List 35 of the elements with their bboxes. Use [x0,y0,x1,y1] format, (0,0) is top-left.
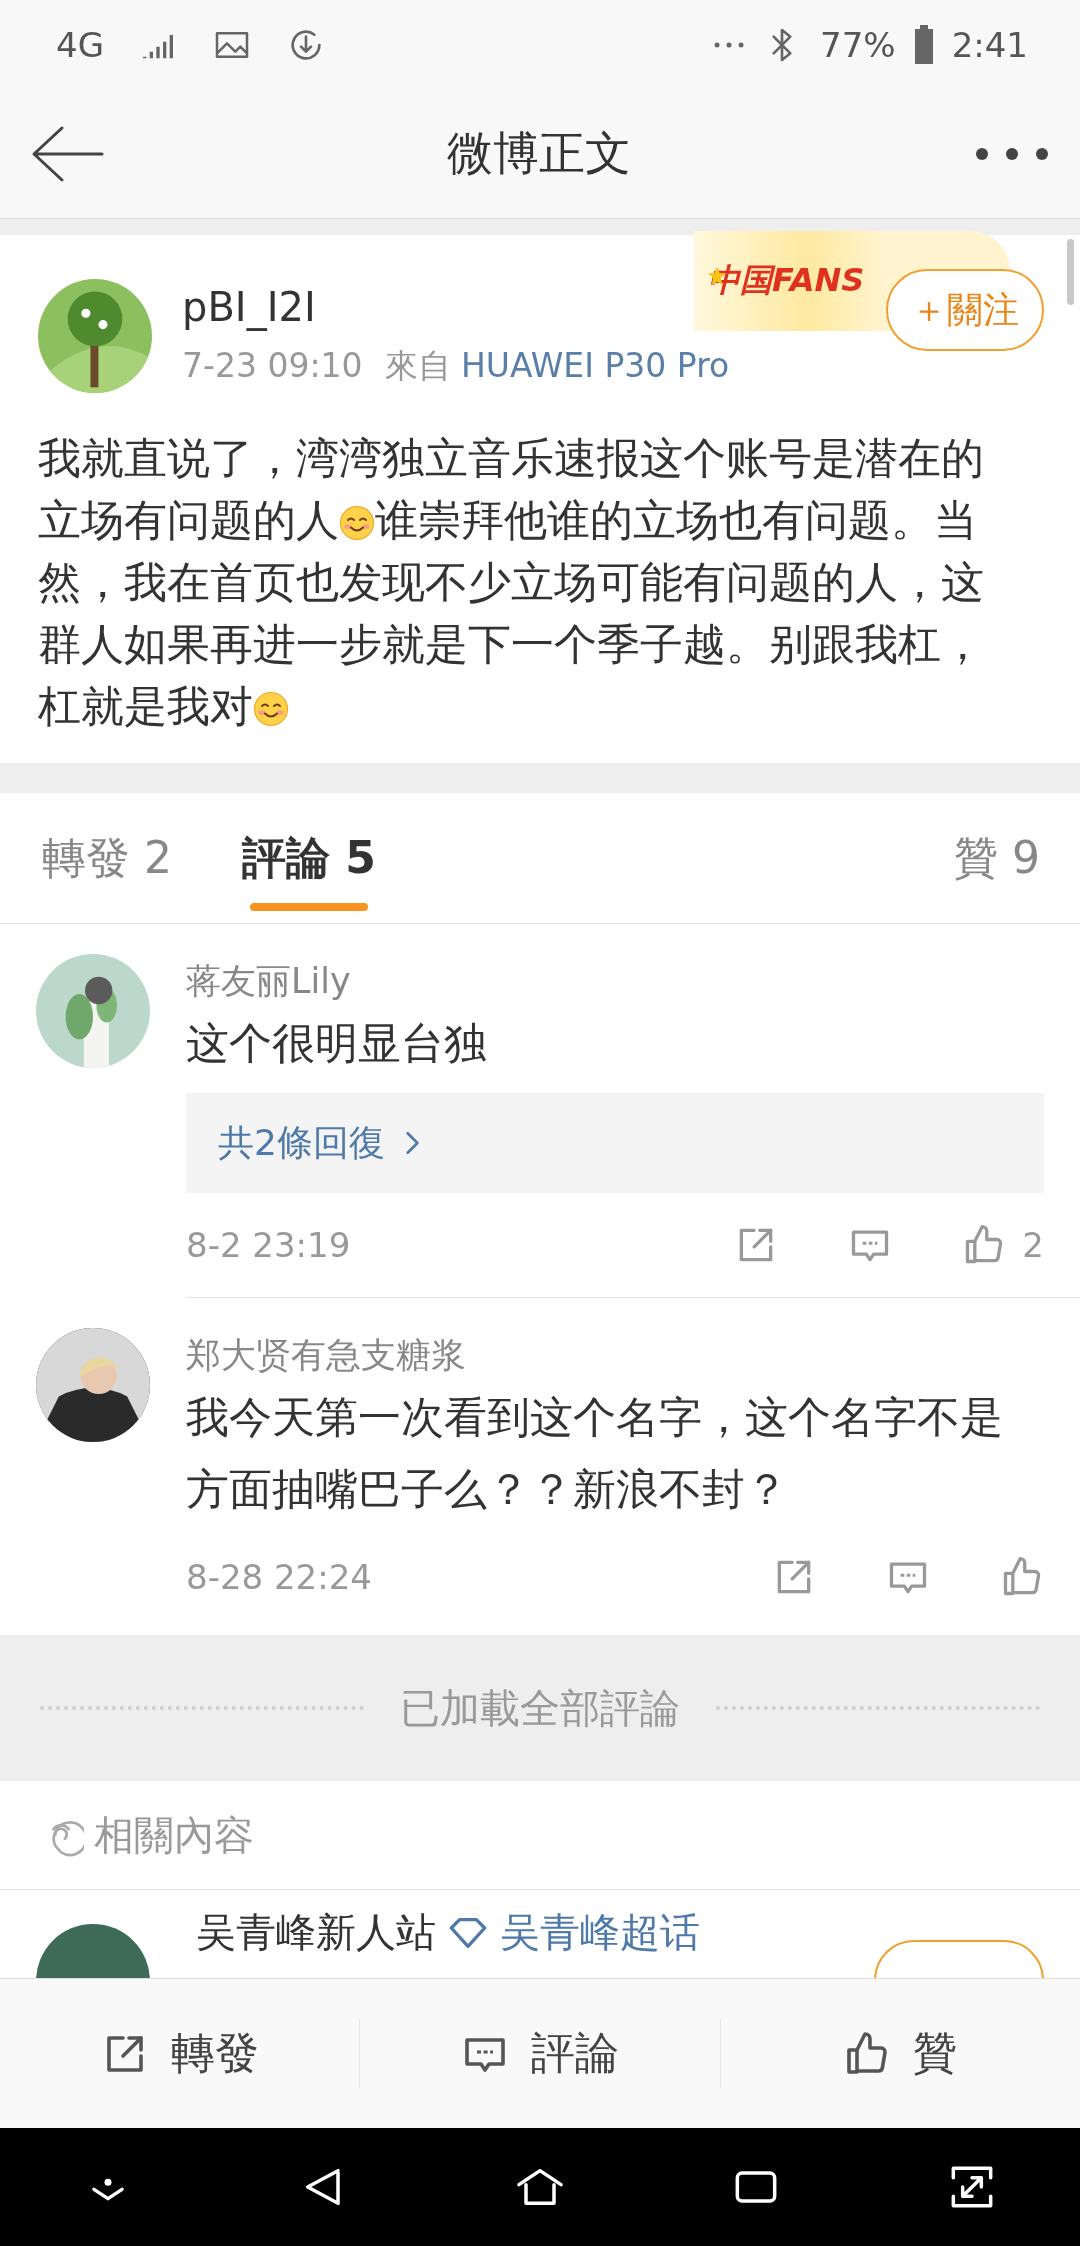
action-button[interactable]: 評論 [360,2019,721,2088]
clock: 2:41 [951,25,1028,65]
comment-time: 8-28 22:24 [186,1557,373,1597]
page-title: 微博正文 [447,125,631,182]
scrollbar [1067,239,1074,305]
diamond-icon [448,1916,488,1950]
post-time: 7-23 09:10 [182,345,363,385]
like-count: 2 [1022,1225,1044,1265]
network-type: 4G [56,25,104,65]
battery-level: 77% [820,25,896,65]
tab[interactable]: 贊 9 [954,793,1040,923]
commenter-name[interactable]: 郑大贤有急支糖浆 [186,1332,1044,1379]
account-name[interactable]: 吴青峰新人站 [196,1908,436,1956]
source-label: 來自 [384,345,451,385]
action-button[interactable]: 轉發 [0,2019,361,2088]
comment-text: 我今天第一次看到这个名字，这个名字不是方面抽嘴巴子么？？新浪不封？ [186,1391,1004,1516]
comment-text: 这个很明显台独 [186,1017,488,1070]
battery-icon [913,25,934,65]
section-title: 相關內容 [94,1810,254,1860]
back-icon[interactable] [30,124,104,184]
action-button[interactable]: 贊 [720,2019,1080,2088]
smile-emoji [253,691,289,727]
tab[interactable]: 評論 5 [242,793,376,923]
username[interactable]: pBI_I2I [182,283,316,330]
end-notice: 已加載全部評論 [400,1683,680,1733]
commenter-name[interactable]: 蒋友丽Lily [186,958,1044,1005]
more-icon [714,40,745,50]
follow-button[interactable]: ＋關注 [886,269,1044,351]
replies-link[interactable]: 共2條回復 [186,1093,1044,1193]
tab[interactable]: 轉發 2 [42,793,172,923]
source-link[interactable]: HUAWEI P30 Pro [461,345,730,385]
post-text: 我就直说了，湾湾独立音乐速报这个账号是潜在的立场有问题的人 谁崇拜他谁的立场也有问题。当然，我在首页也发现不少立场可能有问题的人，这群人如果再进一步就是下一个季子越。别跟我杠，杠就是我对 [38,432,985,733]
topic-link[interactable]: 吴青峰超话 [500,1908,700,1956]
comment-time: 8-2 23:19 [186,1225,352,1265]
smile-emoji [339,505,375,541]
